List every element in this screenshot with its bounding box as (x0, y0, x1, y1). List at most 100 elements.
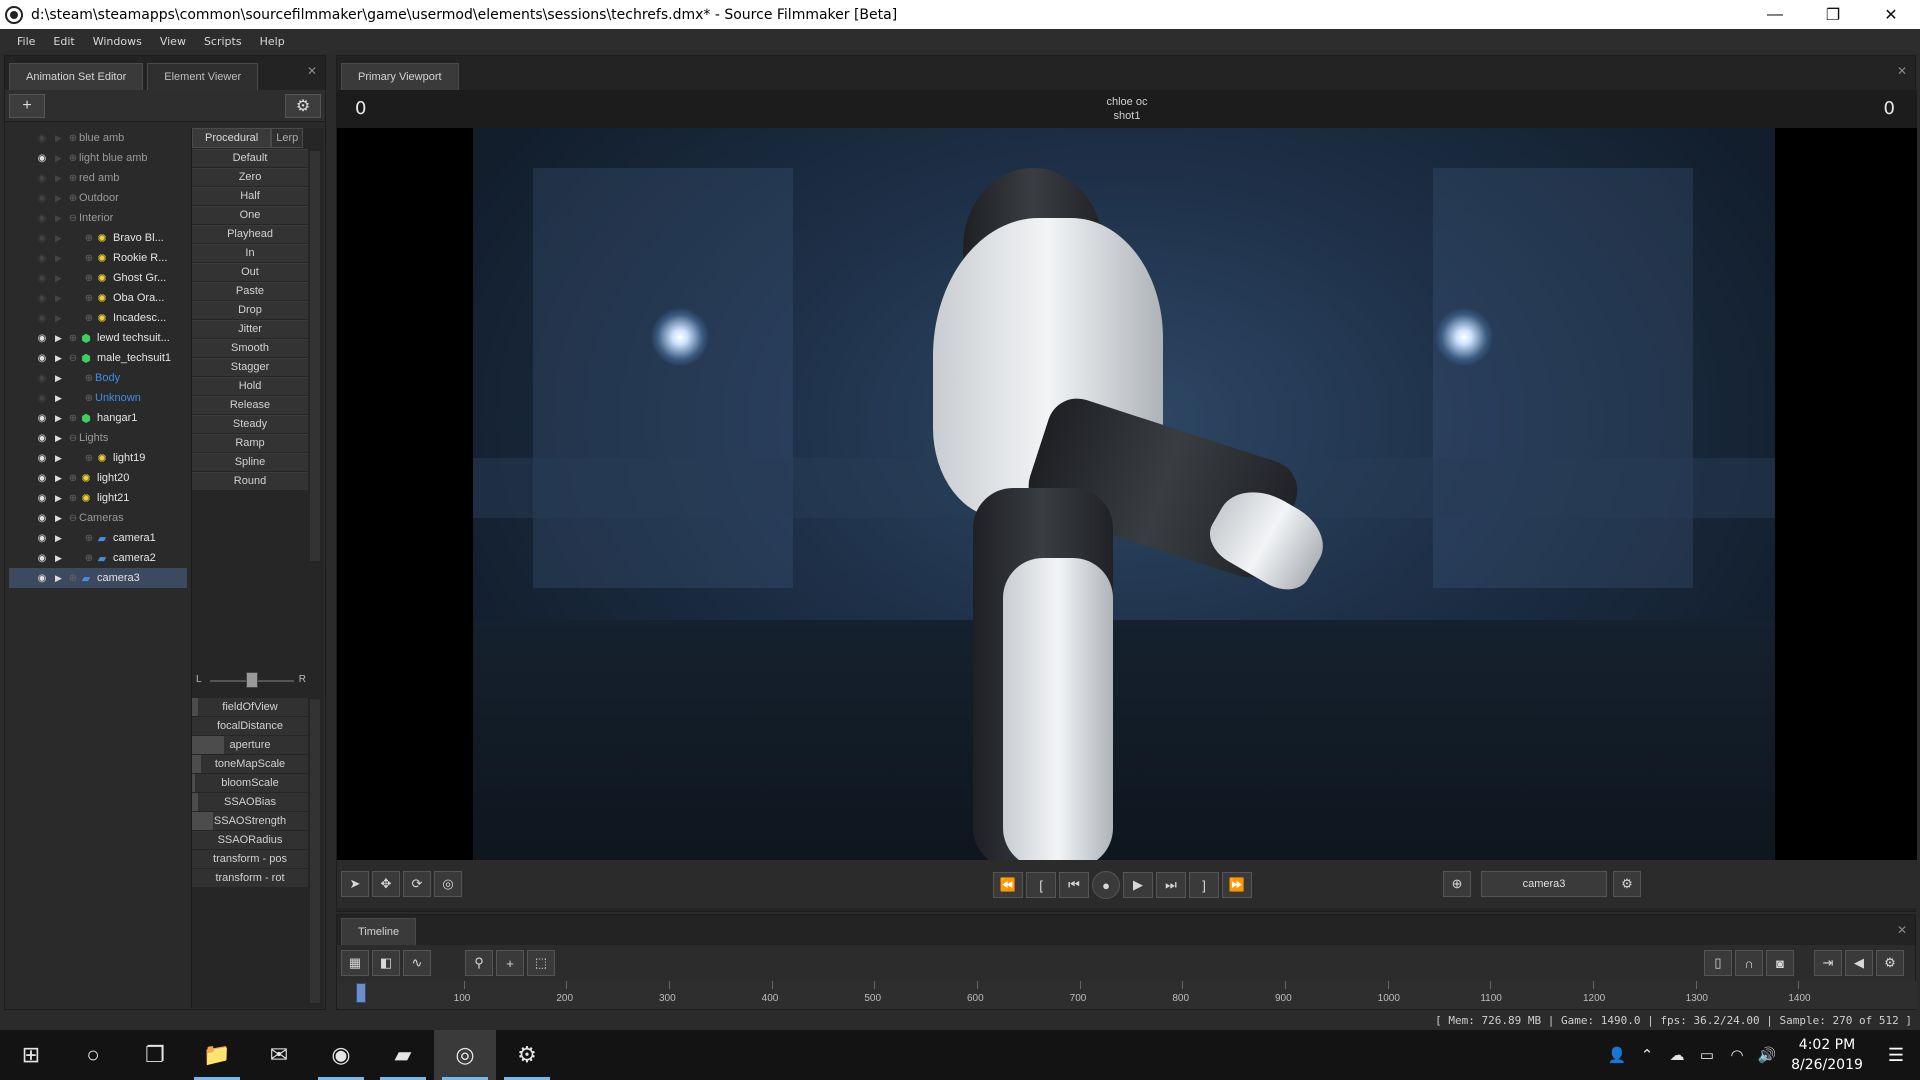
tree-row-lights[interactable]: ◉ ▶ ⊖ Lights (9, 428, 187, 448)
mark-out-icon[interactable]: ] (1189, 872, 1219, 898)
menu-edit[interactable]: Edit (44, 35, 83, 48)
weather-icon[interactable]: ☁ (1662, 1046, 1692, 1064)
menu-view[interactable]: View (151, 35, 195, 48)
play-arrow-icon[interactable]: ▶ (55, 413, 67, 424)
tab-timeline[interactable]: Timeline (341, 918, 417, 945)
crosshair-icon[interactable]: ⊕ (1443, 871, 1471, 897)
tree-row-camera3[interactable]: ◉ ▶ ⊕ ▰ camera3 (9, 568, 187, 588)
expand-icon[interactable]: ⊕ (83, 253, 95, 264)
preset-one-button[interactable]: One (192, 206, 308, 224)
notification-icon[interactable]: ☰ (1872, 1045, 1920, 1066)
expand-icon[interactable]: ⊕ (83, 293, 95, 304)
eye-icon[interactable]: ◉ (35, 333, 49, 344)
preset-spline-button[interactable]: Spline (192, 453, 308, 471)
tab-animation-set-editor[interactable]: Animation Set Editor (9, 63, 144, 90)
steam-icon[interactable]: ⚙ (496, 1030, 558, 1080)
preset-paste-button[interactable]: Paste (192, 282, 308, 300)
play-arrow-icon[interactable]: ▶ (55, 153, 67, 164)
play-arrow-icon[interactable]: ▶ (55, 273, 67, 284)
expand-icon[interactable]: ⊕ (83, 533, 95, 544)
audio-icon[interactable]: ◀ (1845, 950, 1873, 976)
minimize-button[interactable]: — (1746, 0, 1804, 29)
tree-row-camera2[interactable]: ◉ ▶ ⊕ ▰ camera2 (9, 548, 187, 568)
expand-icon[interactable]: ⊕ (67, 493, 79, 504)
sticky-notes-icon[interactable]: ▰ (372, 1030, 434, 1080)
eye-icon[interactable]: ◉ (35, 493, 49, 504)
battery-icon[interactable]: ▭ (1692, 1046, 1722, 1064)
tree-row-cameras[interactable]: ◉ ▶ ⊖ Cameras (9, 508, 187, 528)
orbit-icon[interactable]: ◎ (434, 871, 462, 897)
search-circle-icon[interactable]: ○ (62, 1030, 124, 1080)
expand-icon[interactable]: ⊕ (83, 393, 95, 404)
play-arrow-icon[interactable]: ▶ (55, 573, 67, 584)
play-arrow-icon[interactable]: ▶ (55, 473, 67, 484)
play-arrow-icon[interactable]: ▶ (55, 433, 67, 444)
eye-icon[interactable]: ◉ (35, 253, 49, 264)
preset-zero-button[interactable]: Zero (192, 168, 308, 186)
eye-icon[interactable]: ◉ (35, 473, 49, 484)
preset-half-button[interactable]: Half (192, 187, 308, 205)
tree-row-light19[interactable]: ◉ ▶ ⊕ ✺ light19 (9, 448, 187, 468)
eye-icon[interactable]: ◉ (35, 133, 49, 144)
preset-playhead-button[interactable]: Playhead (192, 225, 308, 243)
attribute-ssaobias-slider[interactable]: SSAOBias (192, 793, 308, 811)
rotate-icon[interactable]: ⟳ (403, 871, 431, 897)
attribute-tonemapscale-slider[interactable]: toneMapScale (192, 755, 308, 773)
collapse-icon[interactable]: ⊖ (67, 353, 79, 364)
attribute-transform-pos-slider[interactable]: transform - pos (192, 850, 308, 868)
key-tool-icon[interactable]: ⚲ (465, 950, 493, 976)
eye-icon[interactable]: ◉ (35, 353, 49, 364)
play-arrow-icon[interactable]: ▶ (55, 553, 67, 564)
attribute-scrollbar[interactable] (309, 698, 321, 1004)
play-arrow-icon[interactable]: ▶ (55, 533, 67, 544)
collapse-icon[interactable]: ⊖ (67, 513, 79, 524)
tree-row-male-techsuit1[interactable]: ◉ ▶ ⊖ ⬢ male_techsuit1 (9, 348, 187, 368)
mail-icon[interactable]: ✉ (248, 1030, 310, 1080)
select-arrow-icon[interactable]: ➤ (341, 871, 369, 897)
play-arrow-icon[interactable]: ▶ (55, 173, 67, 184)
eye-icon[interactable]: ◉ (35, 453, 49, 464)
layer-icon[interactable]: ⬚ (527, 950, 555, 976)
volume-icon[interactable]: 🔊 (1752, 1046, 1782, 1064)
eye-icon[interactable]: ◉ (35, 393, 49, 404)
preset-round-button[interactable]: Round (192, 472, 308, 490)
play-arrow-icon[interactable]: ▶ (55, 253, 67, 264)
tab-element-viewer[interactable]: Element Viewer (147, 63, 259, 90)
add-animation-set-button[interactable]: + (9, 93, 45, 118)
clip-editor-icon[interactable]: ▦ (341, 950, 369, 976)
menu-help[interactable]: Help (251, 35, 294, 48)
skip-start-icon[interactable]: ⏮ (1059, 872, 1089, 898)
add-icon[interactable]: + (496, 950, 524, 976)
attribute-aperture-slider[interactable]: aperture (192, 736, 308, 754)
eye-icon[interactable]: ◉ (35, 313, 49, 324)
expand-icon[interactable]: ⊕ (67, 573, 79, 584)
preset-stagger-button[interactable]: Stagger (192, 358, 308, 376)
wifi-icon[interactable]: ◠ (1722, 1046, 1752, 1064)
eye-icon[interactable]: ◉ (35, 273, 49, 284)
collapse-icon[interactable]: ⊖ (67, 213, 79, 224)
play-icon[interactable]: ▶ (1123, 872, 1153, 898)
windows-start-icon[interactable]: ⊞ (0, 1030, 62, 1080)
file-explorer-icon[interactable]: 📁 (186, 1030, 248, 1080)
tree-row-lewd-techsuit[interactable]: ◉ ▶ ⊕ ⬢ lewd techsuit... (9, 328, 187, 348)
preset-jitter-button[interactable]: Jitter (192, 320, 308, 338)
play-arrow-icon[interactable]: ▶ (55, 313, 67, 324)
play-arrow-icon[interactable]: ▶ (55, 193, 67, 204)
motion-editor-icon[interactable]: ◧ (372, 950, 400, 976)
tree-row-interior[interactable]: ◉ ▶ ⊖ Interior (9, 208, 187, 228)
tree-row-body[interactable]: ◉ ▶ ⊕ Body (9, 368, 187, 388)
expand-icon[interactable]: ⊕ (67, 133, 79, 144)
gear-icon[interactable]: ⚙ (1613, 871, 1641, 897)
eye-icon[interactable]: ◉ (35, 173, 49, 184)
playhead-handle[interactable] (356, 983, 366, 1003)
snap-icon[interactable]: ◙ (1766, 950, 1794, 976)
close-icon[interactable]: ✕ (1897, 64, 1907, 78)
lock-icon[interactable]: ▯ (1704, 950, 1732, 976)
play-arrow-icon[interactable]: ▶ (55, 453, 67, 464)
preset-ramp-button[interactable]: Ramp (192, 434, 308, 452)
play-arrow-icon[interactable]: ▶ (55, 333, 67, 344)
eye-icon[interactable]: ◉ (35, 373, 49, 384)
tab-procedural[interactable]: Procedural (192, 128, 272, 148)
preset-drop-button[interactable]: Drop (192, 301, 308, 319)
close-icon[interactable]: ✕ (307, 64, 317, 78)
